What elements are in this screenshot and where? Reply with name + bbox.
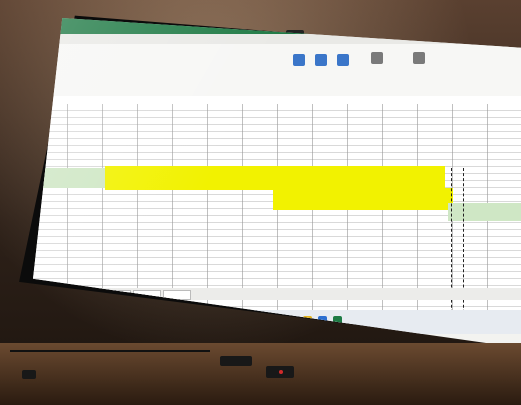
power-led bbox=[279, 370, 283, 374]
device-box bbox=[220, 356, 252, 366]
cable bbox=[10, 350, 210, 352]
wooden-shelf bbox=[0, 343, 521, 405]
device-box bbox=[22, 370, 36, 379]
